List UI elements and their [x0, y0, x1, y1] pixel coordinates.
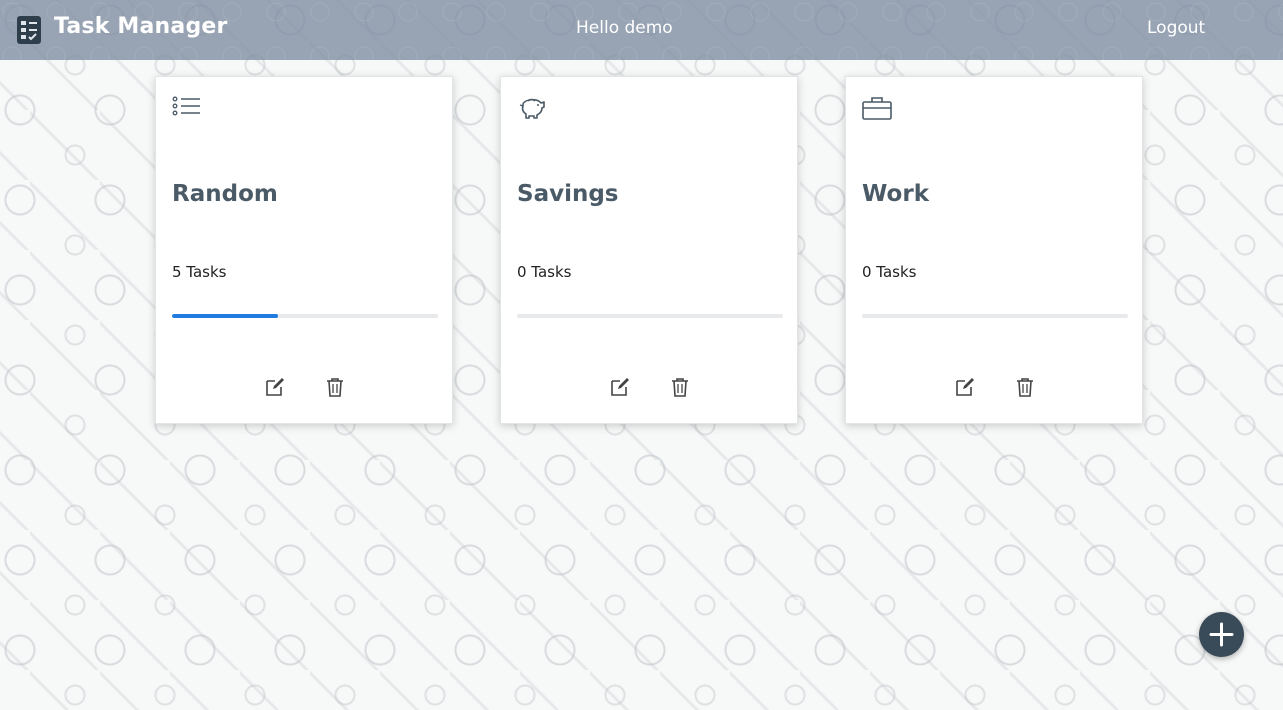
- plus-icon: [1209, 622, 1234, 647]
- logout-link[interactable]: Logout: [1147, 18, 1205, 38]
- app-title[interactable]: Task Manager: [54, 14, 228, 39]
- card-actions: [846, 376, 1142, 400]
- edit-icon[interactable]: [609, 376, 631, 398]
- trash-icon[interactable]: [1014, 376, 1036, 398]
- card-actions: [501, 376, 797, 400]
- progress-bar: [862, 314, 1128, 318]
- user-greeting: Hello demo: [576, 18, 673, 38]
- briefcase-icon: [862, 97, 892, 120]
- list-icon: [172, 96, 200, 116]
- task-count: 0 Tasks: [862, 263, 917, 281]
- edit-icon[interactable]: [954, 376, 976, 398]
- list-card-random[interactable]: Random 5 Tasks: [155, 76, 453, 424]
- progress-bar: [172, 314, 438, 318]
- list-card-work[interactable]: Work 0 Tasks: [845, 76, 1143, 424]
- progress-fill: [172, 314, 279, 318]
- top-navbar: Task Manager Hello demo Logout: [0, 0, 1283, 60]
- trash-icon[interactable]: [324, 376, 346, 398]
- list-title: Work: [862, 181, 929, 207]
- task-count: 0 Tasks: [517, 263, 572, 281]
- checklist-logo-icon: [17, 16, 41, 44]
- list-title: Random: [172, 181, 278, 207]
- list-card-savings[interactable]: Savings 0 Tasks: [500, 76, 798, 424]
- list-title: Savings: [517, 181, 619, 207]
- piggy-bank-icon: [519, 98, 545, 119]
- progress-bar: [517, 314, 783, 318]
- add-list-button[interactable]: [1199, 612, 1244, 657]
- trash-icon[interactable]: [669, 376, 691, 398]
- task-count: 5 Tasks: [172, 263, 227, 281]
- edit-icon[interactable]: [264, 376, 286, 398]
- card-actions: [156, 376, 452, 400]
